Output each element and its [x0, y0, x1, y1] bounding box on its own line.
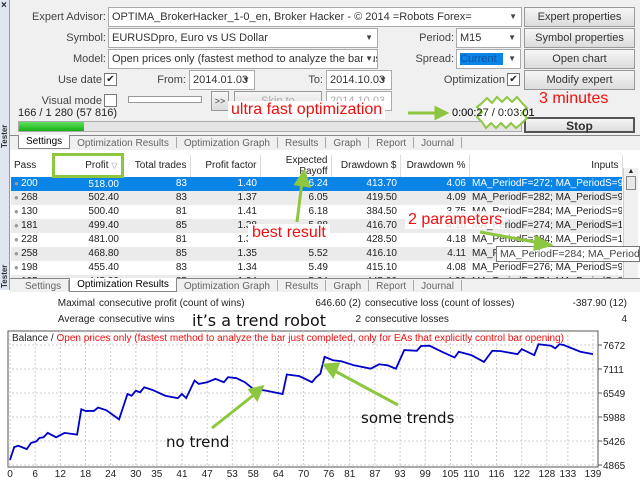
elapsed-time-highlight: 0:00:27 / 0:03:01	[452, 107, 535, 119]
arrow-icon	[332, 368, 399, 407]
annotation-no-trend: no trend	[166, 433, 230, 451]
annotation-ultra-fast: ultra fast optimization	[228, 101, 386, 119]
annotation-best-result: best result	[248, 224, 330, 242]
annotation-three-minutes: 3 minutes	[539, 90, 609, 107]
arrow-icon	[479, 230, 541, 245]
arrow-icon	[295, 181, 304, 223]
annotation-some-trends: some trends	[361, 409, 455, 427]
annotation-two-parameters: 2 parameters	[405, 211, 506, 229]
annotation-trend-robot: it’s a trend robot	[192, 311, 327, 330]
arrow-icon	[211, 392, 256, 430]
